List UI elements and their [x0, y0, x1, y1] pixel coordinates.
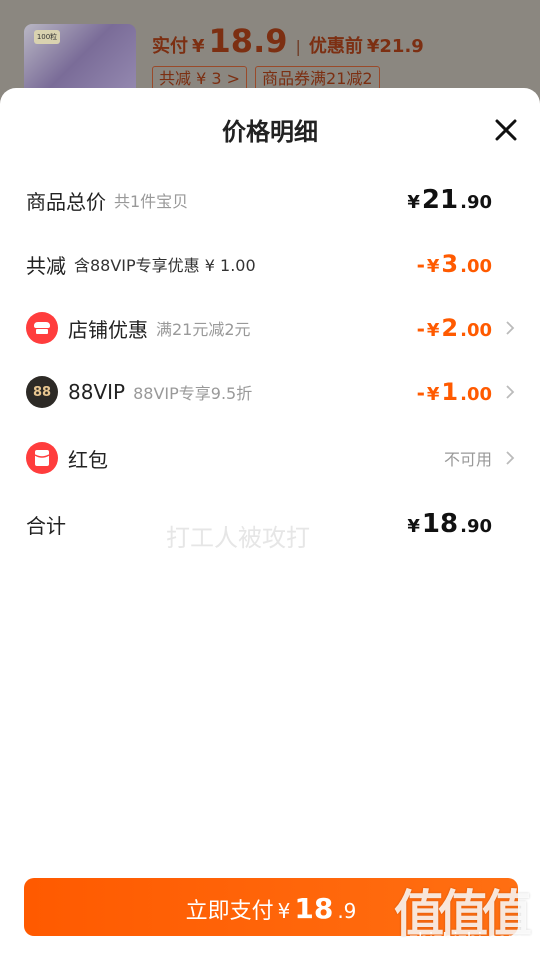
pay-yen: ¥ [277, 899, 291, 923]
vip-minus: - [416, 381, 425, 405]
paid-label: 实付 [152, 36, 188, 57]
store-discount-label: 店铺优惠 [68, 317, 148, 342]
discount-minus: - [416, 253, 425, 277]
store-yen: ¥ [426, 320, 440, 341]
chevron-right-icon [506, 321, 515, 335]
red-packet-status-wrap: 不可用 [444, 446, 518, 470]
total-discount-sub: 含88VIP专享优惠 ¥ 1.00 [74, 256, 256, 275]
discount-int: 3 [441, 250, 459, 278]
chevron-right-icon [506, 385, 515, 399]
total-price-sub: 共1件宝贝 [114, 192, 189, 211]
vip-yen: ¥ [426, 384, 440, 405]
pay-now-button[interactable]: 立即支付 ¥ 18 .9 [24, 878, 518, 936]
sheet-title: 价格明细 [222, 118, 318, 146]
store-dec: .00 [460, 320, 492, 341]
total-price-dec: .90 [460, 192, 492, 213]
row-sum: 合计 ¥ 18 .90 [26, 504, 518, 544]
thumbnail-tag: 100粒 [34, 30, 60, 44]
pay-label: 立即支付 [185, 899, 274, 924]
chevron-right-icon [506, 451, 515, 465]
sum-int: 18 [421, 509, 459, 539]
paid-amount: 18.9 [208, 22, 288, 60]
red-packet-status: 不可用 [443, 450, 492, 469]
red-packet-icon [26, 442, 58, 474]
sum-dec: .90 [460, 516, 492, 537]
total-price-yen: ¥ [407, 192, 420, 213]
sum-yen: ¥ [407, 516, 420, 537]
row-88vip[interactable]: 88 88VIP 88VIP专享9.5折 - ¥ 1 .00 [26, 372, 518, 412]
sum-label: 合计 [26, 513, 66, 538]
before-amount: ¥21.9 [366, 36, 424, 57]
total-discount-amount: - ¥ 3 .00 [417, 250, 518, 278]
row-total-price: 商品总价 共1件宝贝 ¥ 21 .90 [26, 180, 518, 220]
row-store-discount[interactable]: 店铺优惠 满21元减2元 - ¥ 2 .00 [26, 308, 518, 348]
total-price-amount: ¥ 21 .90 [407, 185, 518, 215]
pay-int: 18 [294, 892, 334, 925]
close-icon[interactable] [494, 118, 518, 142]
store-icon [26, 312, 58, 344]
paid-yen: ¥ [192, 36, 205, 57]
row-total-discount: 共减 含88VIP专享优惠 ¥ 1.00 - ¥ 3 .00 [26, 244, 518, 284]
store-minus: - [416, 317, 425, 341]
row-red-packet[interactable]: 红包 不可用 [26, 438, 518, 478]
total-discount-label: 共减 [26, 253, 66, 278]
vip-amount: - ¥ 1 .00 [417, 378, 518, 406]
background-price-row: 实付 ¥ 18.9 | 优惠前 ¥21.9 [152, 22, 424, 62]
pay-dec: .9 [337, 899, 357, 923]
sum-amount: ¥ 18 .90 [407, 509, 518, 539]
discount-yen: ¥ [426, 256, 440, 277]
total-price-label: 商品总价 [26, 189, 106, 214]
discount-dec: .00 [460, 256, 492, 277]
store-discount-amount: - ¥ 2 .00 [417, 314, 518, 342]
store-int: 2 [441, 314, 459, 342]
price-separator: | [295, 37, 301, 56]
vip-label: 88VIP [68, 380, 126, 404]
vip-int: 1 [441, 378, 459, 406]
red-packet-label: 红包 [68, 447, 108, 472]
before-label: 优惠前 [308, 36, 363, 57]
vip-sub: 88VIP专享9.5折 [133, 384, 253, 403]
total-price-int: 21 [421, 185, 459, 215]
vip-88-icon: 88 [26, 376, 58, 408]
vip-dec: .00 [460, 384, 492, 405]
price-detail-sheet: 价格明细 商品总价 共1件宝贝 ¥ 21 .90 共减 含88VIP专享优惠 ¥… [0, 88, 540, 958]
store-discount-sub: 满21元减2元 [156, 320, 251, 339]
